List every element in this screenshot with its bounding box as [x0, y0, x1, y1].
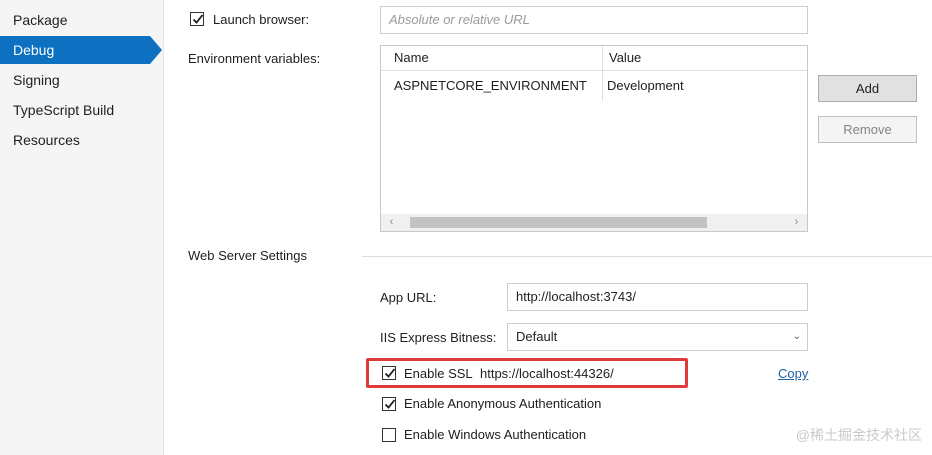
table-row[interactable]: ASPNETCORE_ENVIRONMENT Development — [381, 71, 807, 101]
horizontal-scrollbar[interactable]: ‹ › — [381, 214, 807, 231]
cell-name: ASPNETCORE_ENVIRONMENT — [394, 78, 587, 93]
section-divider — [362, 256, 932, 257]
iis-bitness-value: Default — [516, 329, 558, 344]
scroll-left-icon[interactable]: ‹ — [383, 214, 400, 231]
column-header-name[interactable]: Name — [381, 46, 429, 70]
scrollbar-thumb[interactable] — [410, 217, 707, 228]
enable-ssl-label: Enable SSL — [404, 366, 473, 381]
remove-button[interactable]: Remove — [818, 116, 917, 143]
sidebar-item-typescript-build[interactable]: TypeScript Build — [0, 96, 114, 124]
sidebar-item-debug[interactable]: Debug — [0, 36, 150, 64]
iis-bitness-select[interactable]: Default ⌄ — [507, 323, 808, 351]
app-url-input[interactable]: http://localhost:3743/ — [507, 283, 808, 311]
add-button[interactable]: Add — [818, 75, 917, 102]
sidebar: Package Debug Signing TypeScript Build R… — [0, 0, 164, 455]
enable-ssl-checkbox[interactable] — [382, 366, 396, 380]
checkmark-icon — [192, 14, 204, 24]
windows-auth-label: Enable Windows Authentication — [404, 427, 587, 442]
app-url-label: App URL: — [380, 290, 437, 305]
sidebar-item-resources[interactable]: Resources — [0, 126, 80, 154]
grid-header: Name Value — [381, 46, 807, 71]
web-server-section-title: Web Server Settings — [188, 248, 307, 263]
sidebar-item-package[interactable]: Package — [0, 6, 67, 34]
anonymous-auth-checkbox[interactable] — [382, 397, 396, 411]
env-vars-grid: Name Value ASPNETCORE_ENVIRONMENT Develo… — [380, 45, 808, 232]
watermark: @稀土掘金技术社区 — [795, 427, 922, 443]
sidebar-item-signing[interactable]: Signing — [0, 66, 60, 94]
ssl-url: https://localhost:44326/ — [480, 366, 614, 381]
anonymous-auth-label: Enable Anonymous Authentication — [404, 396, 602, 411]
iis-bitness-label: IIS Express Bitness: — [380, 330, 497, 345]
checkmark-icon — [384, 399, 396, 409]
checkmark-icon — [384, 368, 396, 378]
cell-value: Development — [607, 78, 684, 93]
windows-auth-checkbox[interactable] — [382, 428, 396, 442]
copy-link[interactable]: Copy — [778, 366, 808, 381]
scroll-right-icon[interactable]: › — [788, 214, 805, 231]
chevron-down-icon: ⌄ — [792, 331, 801, 342]
active-item-arrow — [150, 36, 162, 64]
env-vars-label: Environment variables: — [188, 51, 321, 66]
launch-browser-checkbox[interactable] — [190, 12, 204, 26]
launch-browser-label: Launch browser: — [213, 12, 310, 27]
launch-url-input[interactable]: Absolute or relative URL — [380, 6, 808, 34]
